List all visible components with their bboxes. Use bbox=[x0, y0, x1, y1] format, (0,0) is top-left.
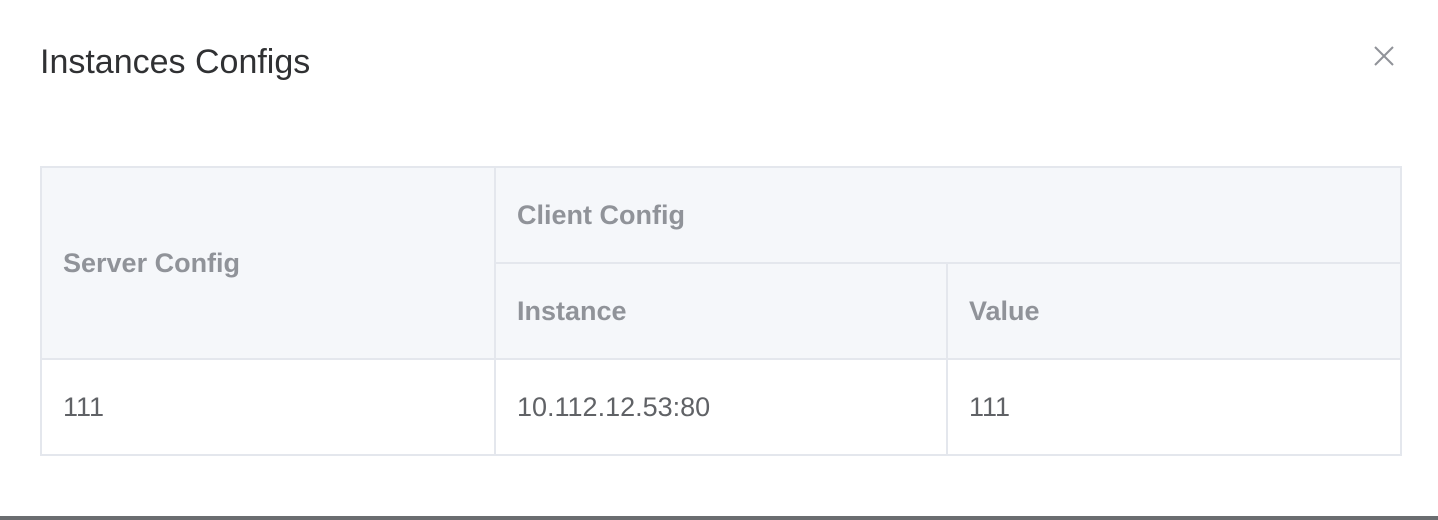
table-header-row: Server Config Client Config bbox=[40, 166, 1403, 360]
configs-table: Server Config Client Config Instance Val… bbox=[40, 166, 1403, 456]
bottom-edge bbox=[0, 516, 1438, 520]
header-client-config: Client Config bbox=[493, 166, 1403, 264]
cell-server-config: 111 bbox=[40, 358, 496, 456]
instances-configs-dialog: Instances Configs Server Config Client C… bbox=[0, 0, 1438, 516]
cell-value: 111 bbox=[945, 358, 1403, 456]
header-instance: Instance bbox=[494, 262, 948, 360]
dialog-title: Instances Configs bbox=[40, 43, 311, 81]
close-icon bbox=[1374, 46, 1394, 66]
cell-instance: 10.112.12.53:80 bbox=[494, 358, 948, 456]
table-row: 111 10.112.12.53:80 111 bbox=[40, 358, 1403, 456]
header-server-config: Server Config bbox=[40, 166, 496, 360]
close-button[interactable] bbox=[1366, 38, 1402, 74]
header-value: Value bbox=[945, 262, 1403, 360]
